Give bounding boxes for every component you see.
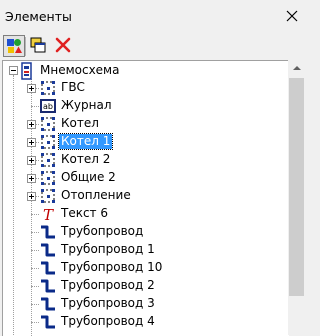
tree-item-otoplenie[interactable]: Отопление bbox=[3, 186, 283, 206]
tree-branch bbox=[31, 286, 39, 287]
svg-text:T: T bbox=[43, 206, 54, 223]
tree-item-pipe-10[interactable]: Трубопровод 10 bbox=[3, 258, 283, 278]
panel-titlebar: Элементы bbox=[0, 0, 306, 34]
elements-view-button[interactable] bbox=[3, 35, 25, 57]
tree-item-label: Трубопровод 3 bbox=[61, 296, 155, 310]
tree-item-label: Трубопровод 4 bbox=[61, 314, 155, 328]
pipe-icon bbox=[39, 295, 57, 313]
tree-item-pipe-2[interactable]: Трубопровод 2 bbox=[3, 276, 283, 296]
group-icon bbox=[39, 133, 57, 151]
group-icon bbox=[39, 79, 57, 97]
tree-item-tekst-6[interactable]: T Текст 6 bbox=[3, 204, 283, 224]
tree-item-label: Трубопровод 1 bbox=[61, 242, 155, 256]
tree-item-label: Текст 6 bbox=[61, 206, 108, 220]
colored-shapes-icon bbox=[7, 39, 22, 53]
group-icon bbox=[39, 151, 57, 169]
tree-item-label: ГВС bbox=[61, 80, 85, 94]
svg-text:ab: ab bbox=[43, 102, 53, 111]
expand-toggle[interactable] bbox=[27, 120, 36, 129]
panel-title: Элементы bbox=[5, 9, 72, 24]
tree-branch bbox=[31, 106, 39, 107]
tree-item-pipe-1[interactable]: Трубопровод 1 bbox=[3, 240, 283, 260]
expand-toggle[interactable] bbox=[27, 192, 36, 201]
tree-item-kotel[interactable]: Котел bbox=[3, 114, 283, 134]
tree-item-label: Трубопровод bbox=[61, 224, 144, 238]
tree-branch bbox=[31, 232, 39, 233]
tree-branch bbox=[31, 214, 39, 215]
expand-toggle[interactable] bbox=[27, 156, 36, 165]
toolbar-separator bbox=[25, 37, 26, 56]
tree-item-pipe-4[interactable]: Трубопровод 4 bbox=[3, 312, 283, 332]
pipe-icon bbox=[39, 241, 57, 259]
tree-item-label: Трубопровод 2 bbox=[61, 278, 155, 292]
text-icon: T bbox=[39, 205, 57, 224]
tree-item-label: Отопление bbox=[61, 188, 131, 202]
group-icon bbox=[39, 115, 57, 133]
expand-toggle[interactable] bbox=[27, 174, 36, 183]
group-icon bbox=[39, 187, 57, 205]
tree-item-label: Общие 2 bbox=[61, 170, 116, 184]
collapse-toggle[interactable] bbox=[9, 66, 18, 75]
tree-item-kotel-2[interactable]: Котел 2 bbox=[3, 150, 283, 170]
close-button[interactable] bbox=[283, 7, 301, 25]
pipe-icon bbox=[39, 259, 57, 277]
tree-item-label: Журнал bbox=[61, 98, 112, 112]
delete-button[interactable] bbox=[53, 35, 75, 57]
tree-item-label: Трубопровод 10 bbox=[61, 260, 163, 274]
red-x-icon bbox=[55, 37, 71, 53]
tree-item-obshchie-2[interactable]: Общие 2 bbox=[3, 168, 283, 188]
pipe-icon bbox=[39, 277, 57, 295]
vertical-scrollbar[interactable] bbox=[288, 60, 305, 335]
tree-item-label: Котел bbox=[61, 116, 99, 130]
tree-item-pipe-3[interactable]: Трубопровод 3 bbox=[3, 294, 283, 314]
tree-item-label: Котел 1 bbox=[57, 133, 114, 150]
group-icon bbox=[39, 169, 57, 187]
journal-icon: ab bbox=[39, 97, 57, 115]
scroll-up-arrow-icon[interactable] bbox=[288, 60, 305, 77]
tree-item-label: Котел 2 bbox=[61, 152, 111, 166]
scrollbar-thumb[interactable] bbox=[289, 78, 304, 296]
tree-item-journal[interactable]: ab Журнал bbox=[3, 96, 283, 116]
expand-toggle[interactable] bbox=[27, 84, 36, 93]
tree-item-kotel-1[interactable]: Котел 1 bbox=[3, 132, 283, 152]
pipe-icon bbox=[39, 313, 57, 331]
tree-branch bbox=[31, 250, 39, 251]
close-icon bbox=[286, 10, 298, 22]
tree-branch bbox=[31, 268, 39, 269]
tree-item-gvs[interactable]: ГВС bbox=[3, 78, 283, 98]
tree-branch bbox=[31, 322, 39, 323]
expand-toggle[interactable] bbox=[27, 138, 36, 147]
tree-branch bbox=[31, 304, 39, 305]
pipe-icon bbox=[39, 223, 57, 241]
panel-toolbar bbox=[0, 34, 306, 60]
elements-tree[interactable]: Мнемосхема ГВС ab Журнал Котел Котел 1 К… bbox=[2, 60, 289, 336]
tree-root-label: Мнемосхема bbox=[40, 63, 120, 77]
layers-button[interactable] bbox=[28, 35, 50, 57]
stacked-windows-icon bbox=[30, 37, 46, 53]
tree-item-pipe[interactable]: Трубопровод bbox=[3, 222, 283, 242]
